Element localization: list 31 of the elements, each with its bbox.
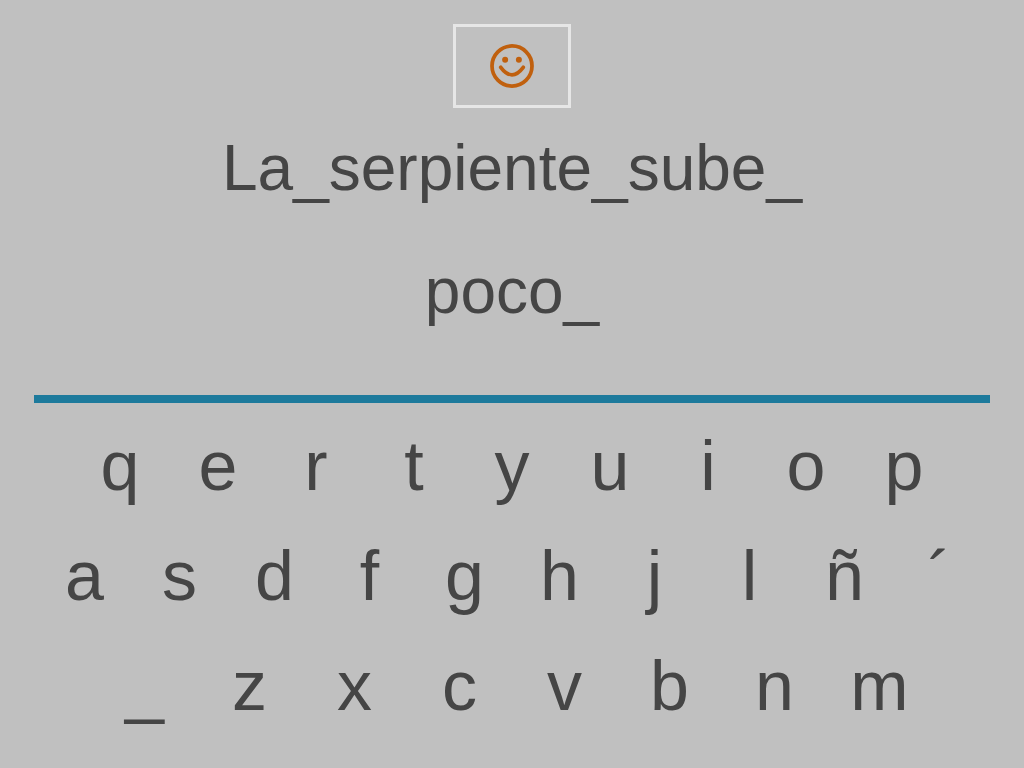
sentence-text: poco_ bbox=[424, 254, 600, 329]
letter-key[interactable]: b bbox=[617, 641, 722, 731]
letter-key[interactable]: n bbox=[722, 641, 827, 731]
letter-key[interactable]: d bbox=[227, 531, 322, 621]
letter-key[interactable]: s bbox=[132, 531, 227, 621]
letter-key[interactable]: p bbox=[855, 421, 953, 511]
letter-key[interactable]: ´ bbox=[892, 531, 987, 621]
letter-key[interactable]: ñ bbox=[797, 531, 892, 621]
letter-key[interactable]: e bbox=[169, 421, 267, 511]
letter-key[interactable]: h bbox=[512, 531, 607, 621]
smiley-icon bbox=[487, 41, 537, 91]
letter-key[interactable]: z bbox=[197, 641, 302, 731]
letter-key[interactable]: c bbox=[407, 641, 512, 731]
letter-key[interactable]: q bbox=[71, 421, 169, 511]
letter-key[interactable]: o bbox=[757, 421, 855, 511]
sentence-text: La_serpiente_sube_ bbox=[222, 131, 802, 206]
letter-key[interactable]: v bbox=[512, 641, 617, 731]
letter-key[interactable]: l bbox=[702, 531, 797, 621]
letter-key[interactable]: i bbox=[659, 421, 757, 511]
letter-key[interactable]: j bbox=[607, 531, 702, 621]
letter-key[interactable]: r bbox=[267, 421, 365, 511]
letter-key[interactable]: t bbox=[365, 421, 463, 511]
letter-key[interactable]: u bbox=[561, 421, 659, 511]
letter-key[interactable]: _ bbox=[92, 641, 197, 731]
letter-key[interactable]: g bbox=[417, 531, 512, 621]
letter-key[interactable]: a bbox=[37, 531, 132, 621]
letter-key[interactable]: y bbox=[463, 421, 561, 511]
hint-box[interactable] bbox=[453, 24, 571, 108]
letter-key[interactable]: f bbox=[322, 531, 417, 621]
letter-key[interactable]: m bbox=[827, 641, 932, 731]
letter-key[interactable]: x bbox=[302, 641, 407, 731]
